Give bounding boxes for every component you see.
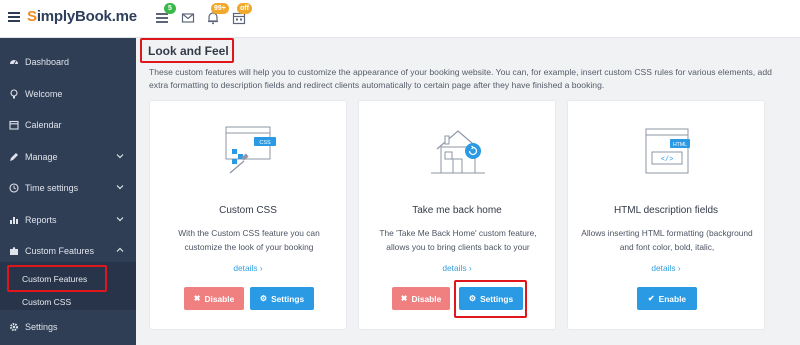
disable-button[interactable]: ✖ Disable (184, 287, 244, 310)
sidebar-item-label: Custom Features (25, 245, 95, 256)
svg-text:HTML: HTML (673, 142, 687, 148)
sidebar-item-label: Welcome (25, 88, 63, 99)
sidebar-item-label: Manage (25, 151, 58, 162)
tasks-badge: 5 (164, 3, 176, 14)
css-illustration-icon: CSS (214, 121, 284, 181)
card-title: Take me back home (412, 205, 502, 216)
enable-button[interactable]: ✔ Enable (637, 287, 697, 310)
logo[interactable]: SimplyBook.me (27, 8, 137, 25)
menu-icon[interactable] (8, 12, 20, 22)
details-label: details (442, 263, 467, 273)
settings-button[interactable]: ⚙ Settings (250, 287, 314, 310)
chevron-down-icon (116, 183, 124, 191)
calendar-badge: off (237, 3, 252, 14)
home-illustration-icon (423, 121, 493, 181)
disable-button[interactable]: ✖ Disable (392, 287, 450, 310)
sidebar-item-calendar[interactable]: Calendar (0, 109, 136, 140)
notifications-badge: 99+ (211, 3, 229, 14)
gear-icon (9, 322, 19, 332)
puzzle-icon (9, 246, 19, 256)
sidebar-item-label: Reports (25, 214, 57, 225)
close-icon: ✖ (400, 294, 408, 303)
sidebar-item-label: Settings (25, 321, 58, 332)
card-title: Custom CSS (219, 205, 277, 216)
chart-icon (9, 215, 19, 225)
svg-text:CSS: CSS (259, 140, 271, 146)
disable-label: Disable (204, 293, 235, 304)
sidebar-item-label: Calendar (25, 119, 62, 130)
chevron-down-icon (116, 215, 124, 223)
calendar-icon (9, 120, 19, 130)
sidebar-item-label: Time settings (25, 182, 79, 193)
sidebar-item-reports[interactable]: Reports (0, 204, 136, 235)
settings-highlight-box (454, 280, 527, 318)
check-icon: ✔ (647, 294, 655, 303)
title-highlight-box (140, 38, 234, 63)
close-icon: ✖ (193, 294, 201, 303)
svg-text:</>: </> (661, 156, 674, 164)
feature-card-html-description: HTML </> HTML description fields Allows … (567, 100, 765, 330)
logo-text: implyBook.me (36, 8, 137, 25)
card-text: With the Custom CSS feature you can cust… (178, 228, 320, 252)
card-text: Allows inserting HTML formatting (backgr… (581, 228, 753, 252)
details-link[interactable]: details › (568, 263, 764, 273)
card-title: HTML description fields (613, 205, 719, 216)
highlight-box (7, 265, 107, 292)
sidebar-item-dashboard[interactable]: Dashboard (0, 46, 136, 77)
details-link[interactable]: details › (150, 263, 346, 273)
sidebar-item-manage[interactable]: Manage (0, 141, 136, 172)
gear-icon: ⚙ (259, 294, 268, 303)
sidebar-item-settings[interactable]: Settings (0, 311, 136, 342)
sidebar-item-time-settings[interactable]: Time settings (0, 172, 136, 203)
details-link[interactable]: details › (359, 263, 555, 273)
chevron-right-icon: › (468, 263, 472, 273)
html-illustration-icon: HTML </> (632, 121, 702, 181)
chevron-right-icon: › (677, 263, 681, 273)
settings-label: Settings (271, 293, 305, 304)
dashboard-icon (9, 57, 19, 67)
clock-icon (9, 182, 19, 193)
top-bar: SimplyBook.me 5 99+ off (0, 0, 800, 38)
logo-prefix: S (27, 8, 37, 25)
mail-icon[interactable] (181, 11, 195, 25)
disable-label: Disable (411, 293, 442, 304)
page-description: These custom features will help you to c… (149, 67, 772, 90)
card-text: The 'Take Me Back Home' custom feature, … (379, 228, 537, 252)
enable-label: Enable (658, 293, 687, 304)
chevron-down-icon (116, 152, 124, 160)
details-label: details (233, 263, 258, 273)
sidebar-subitem-custom-css[interactable]: Custom CSS (22, 297, 71, 307)
chevron-up-icon (116, 246, 124, 254)
sidebar-item-label: Dashboard (25, 56, 70, 67)
sidebar-item-welcome[interactable]: Welcome (0, 78, 136, 109)
pencil-icon (9, 152, 19, 162)
details-label: details (651, 263, 676, 273)
feature-card-custom-css: CSS Custom CSS With the Custom CSS featu… (149, 100, 347, 330)
lightbulb-icon (9, 88, 19, 99)
chevron-right-icon: › (259, 263, 263, 273)
